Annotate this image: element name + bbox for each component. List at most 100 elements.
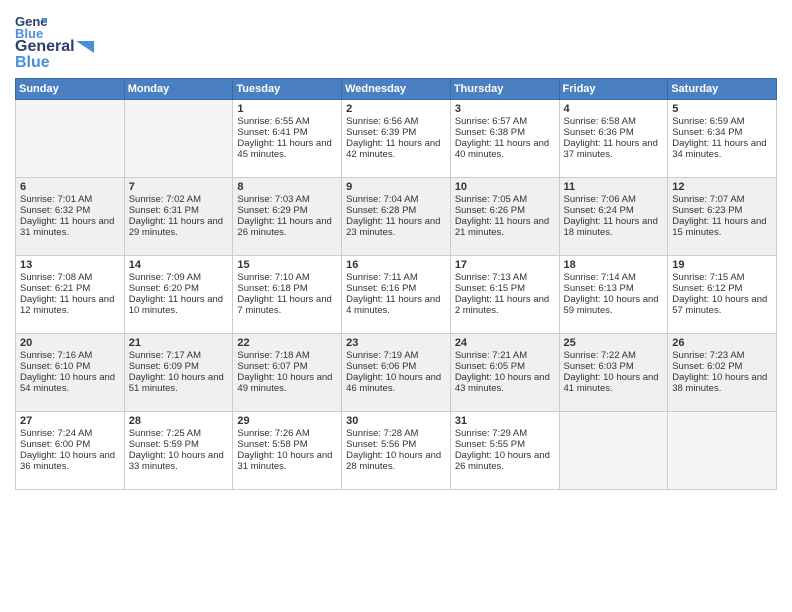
- logo: General Blue General Blue: [15, 10, 95, 72]
- calendar-cell: 6Sunrise: 7:01 AMSunset: 6:32 PMDaylight…: [16, 178, 125, 256]
- sunset-text: Sunset: 6:15 PM: [455, 283, 555, 294]
- daylight-text: Daylight: 11 hours and 18 minutes.: [564, 216, 664, 238]
- daylight-text: Daylight: 10 hours and 38 minutes.: [672, 372, 772, 394]
- weekday-header: Thursday: [450, 79, 559, 100]
- calendar-cell: [124, 100, 233, 178]
- sunrise-text: Sunrise: 7:19 AM: [346, 350, 446, 361]
- day-number: 25: [564, 337, 664, 349]
- daylight-text: Daylight: 11 hours and 34 minutes.: [672, 138, 772, 160]
- day-number: 1: [237, 103, 337, 115]
- sunset-text: Sunset: 5:58 PM: [237, 439, 337, 450]
- weekday-header: Saturday: [668, 79, 777, 100]
- calendar-cell: 24Sunrise: 7:21 AMSunset: 6:05 PMDayligh…: [450, 334, 559, 412]
- day-number: 17: [455, 259, 555, 271]
- day-number: 23: [346, 337, 446, 349]
- day-number: 14: [129, 259, 229, 271]
- daylight-text: Daylight: 10 hours and 51 minutes.: [129, 372, 229, 394]
- day-number: 19: [672, 259, 772, 271]
- calendar-row: 1Sunrise: 6:55 AMSunset: 6:41 PMDaylight…: [16, 100, 777, 178]
- sunrise-text: Sunrise: 6:56 AM: [346, 116, 446, 127]
- daylight-text: Daylight: 11 hours and 4 minutes.: [346, 294, 446, 316]
- sunrise-text: Sunrise: 7:14 AM: [564, 272, 664, 283]
- day-number: 4: [564, 103, 664, 115]
- calendar-cell: 30Sunrise: 7:28 AMSunset: 5:56 PMDayligh…: [342, 412, 451, 490]
- sunset-text: Sunset: 6:21 PM: [20, 283, 120, 294]
- sunset-text: Sunset: 6:28 PM: [346, 205, 446, 216]
- calendar-cell: 1Sunrise: 6:55 AMSunset: 6:41 PMDaylight…: [233, 100, 342, 178]
- sunset-text: Sunset: 6:03 PM: [564, 361, 664, 372]
- weekday-header: Tuesday: [233, 79, 342, 100]
- calendar-cell: 17Sunrise: 7:13 AMSunset: 6:15 PMDayligh…: [450, 256, 559, 334]
- calendar-cell: 15Sunrise: 7:10 AMSunset: 6:18 PMDayligh…: [233, 256, 342, 334]
- calendar-cell: 20Sunrise: 7:16 AMSunset: 6:10 PMDayligh…: [16, 334, 125, 412]
- day-number: 16: [346, 259, 446, 271]
- calendar-container: General Blue General Blue SundayMondayTu…: [0, 0, 792, 495]
- sunrise-text: Sunrise: 7:22 AM: [564, 350, 664, 361]
- day-number: 3: [455, 103, 555, 115]
- daylight-text: Daylight: 11 hours and 29 minutes.: [129, 216, 229, 238]
- calendar-cell: 13Sunrise: 7:08 AMSunset: 6:21 PMDayligh…: [16, 256, 125, 334]
- calendar-cell: 8Sunrise: 7:03 AMSunset: 6:29 PMDaylight…: [233, 178, 342, 256]
- sunrise-text: Sunrise: 7:06 AM: [564, 194, 664, 205]
- sunrise-text: Sunrise: 7:21 AM: [455, 350, 555, 361]
- sunset-text: Sunset: 6:41 PM: [237, 127, 337, 138]
- sunset-text: Sunset: 6:29 PM: [237, 205, 337, 216]
- weekday-header: Wednesday: [342, 79, 451, 100]
- weekday-header: Monday: [124, 79, 233, 100]
- calendar-cell: 29Sunrise: 7:26 AMSunset: 5:58 PMDayligh…: [233, 412, 342, 490]
- sunset-text: Sunset: 6:02 PM: [672, 361, 772, 372]
- calendar-cell: 27Sunrise: 7:24 AMSunset: 6:00 PMDayligh…: [16, 412, 125, 490]
- sunrise-text: Sunrise: 7:16 AM: [20, 350, 120, 361]
- sunset-text: Sunset: 6:26 PM: [455, 205, 555, 216]
- calendar-cell: 9Sunrise: 7:04 AMSunset: 6:28 PMDaylight…: [342, 178, 451, 256]
- daylight-text: Daylight: 11 hours and 15 minutes.: [672, 216, 772, 238]
- day-number: 29: [237, 415, 337, 427]
- sunrise-text: Sunrise: 7:17 AM: [129, 350, 229, 361]
- sunset-text: Sunset: 6:38 PM: [455, 127, 555, 138]
- sunset-text: Sunset: 5:56 PM: [346, 439, 446, 450]
- logo-arrow-icon: [76, 41, 94, 53]
- sunrise-text: Sunrise: 7:26 AM: [237, 428, 337, 439]
- calendar-row: 13Sunrise: 7:08 AMSunset: 6:21 PMDayligh…: [16, 256, 777, 334]
- sunset-text: Sunset: 6:39 PM: [346, 127, 446, 138]
- daylight-text: Daylight: 10 hours and 33 minutes.: [129, 450, 229, 472]
- day-number: 30: [346, 415, 446, 427]
- daylight-text: Daylight: 11 hours and 45 minutes.: [237, 138, 337, 160]
- day-number: 28: [129, 415, 229, 427]
- daylight-text: Daylight: 10 hours and 41 minutes.: [564, 372, 664, 394]
- sunset-text: Sunset: 6:07 PM: [237, 361, 337, 372]
- daylight-text: Daylight: 10 hours and 59 minutes.: [564, 294, 664, 316]
- daylight-text: Daylight: 10 hours and 28 minutes.: [346, 450, 446, 472]
- sunset-text: Sunset: 6:23 PM: [672, 205, 772, 216]
- sunrise-text: Sunrise: 7:15 AM: [672, 272, 772, 283]
- sunrise-text: Sunrise: 6:59 AM: [672, 116, 772, 127]
- daylight-text: Daylight: 10 hours and 36 minutes.: [20, 450, 120, 472]
- sunset-text: Sunset: 6:12 PM: [672, 283, 772, 294]
- sunrise-text: Sunrise: 7:29 AM: [455, 428, 555, 439]
- daylight-text: Daylight: 11 hours and 23 minutes.: [346, 216, 446, 238]
- calendar-cell: [16, 100, 125, 178]
- calendar-row: 27Sunrise: 7:24 AMSunset: 6:00 PMDayligh…: [16, 412, 777, 490]
- sunrise-text: Sunrise: 7:08 AM: [20, 272, 120, 283]
- sunrise-text: Sunrise: 7:07 AM: [672, 194, 772, 205]
- daylight-text: Daylight: 10 hours and 26 minutes.: [455, 450, 555, 472]
- day-number: 12: [672, 181, 772, 193]
- daylight-text: Daylight: 11 hours and 10 minutes.: [129, 294, 229, 316]
- daylight-text: Daylight: 10 hours and 31 minutes.: [237, 450, 337, 472]
- day-number: 24: [455, 337, 555, 349]
- calendar-cell: [668, 412, 777, 490]
- header: General Blue General Blue: [15, 10, 777, 72]
- daylight-text: Daylight: 10 hours and 57 minutes.: [672, 294, 772, 316]
- daylight-text: Daylight: 11 hours and 40 minutes.: [455, 138, 555, 160]
- day-number: 31: [455, 415, 555, 427]
- sunset-text: Sunset: 6:20 PM: [129, 283, 229, 294]
- calendar-cell: 12Sunrise: 7:07 AMSunset: 6:23 PMDayligh…: [668, 178, 777, 256]
- day-number: 5: [672, 103, 772, 115]
- sunset-text: Sunset: 6:10 PM: [20, 361, 120, 372]
- calendar-cell: 5Sunrise: 6:59 AMSunset: 6:34 PMDaylight…: [668, 100, 777, 178]
- sunset-text: Sunset: 6:06 PM: [346, 361, 446, 372]
- calendar-cell: 23Sunrise: 7:19 AMSunset: 6:06 PMDayligh…: [342, 334, 451, 412]
- sunrise-text: Sunrise: 6:57 AM: [455, 116, 555, 127]
- day-number: 10: [455, 181, 555, 193]
- calendar-cell: 10Sunrise: 7:05 AMSunset: 6:26 PMDayligh…: [450, 178, 559, 256]
